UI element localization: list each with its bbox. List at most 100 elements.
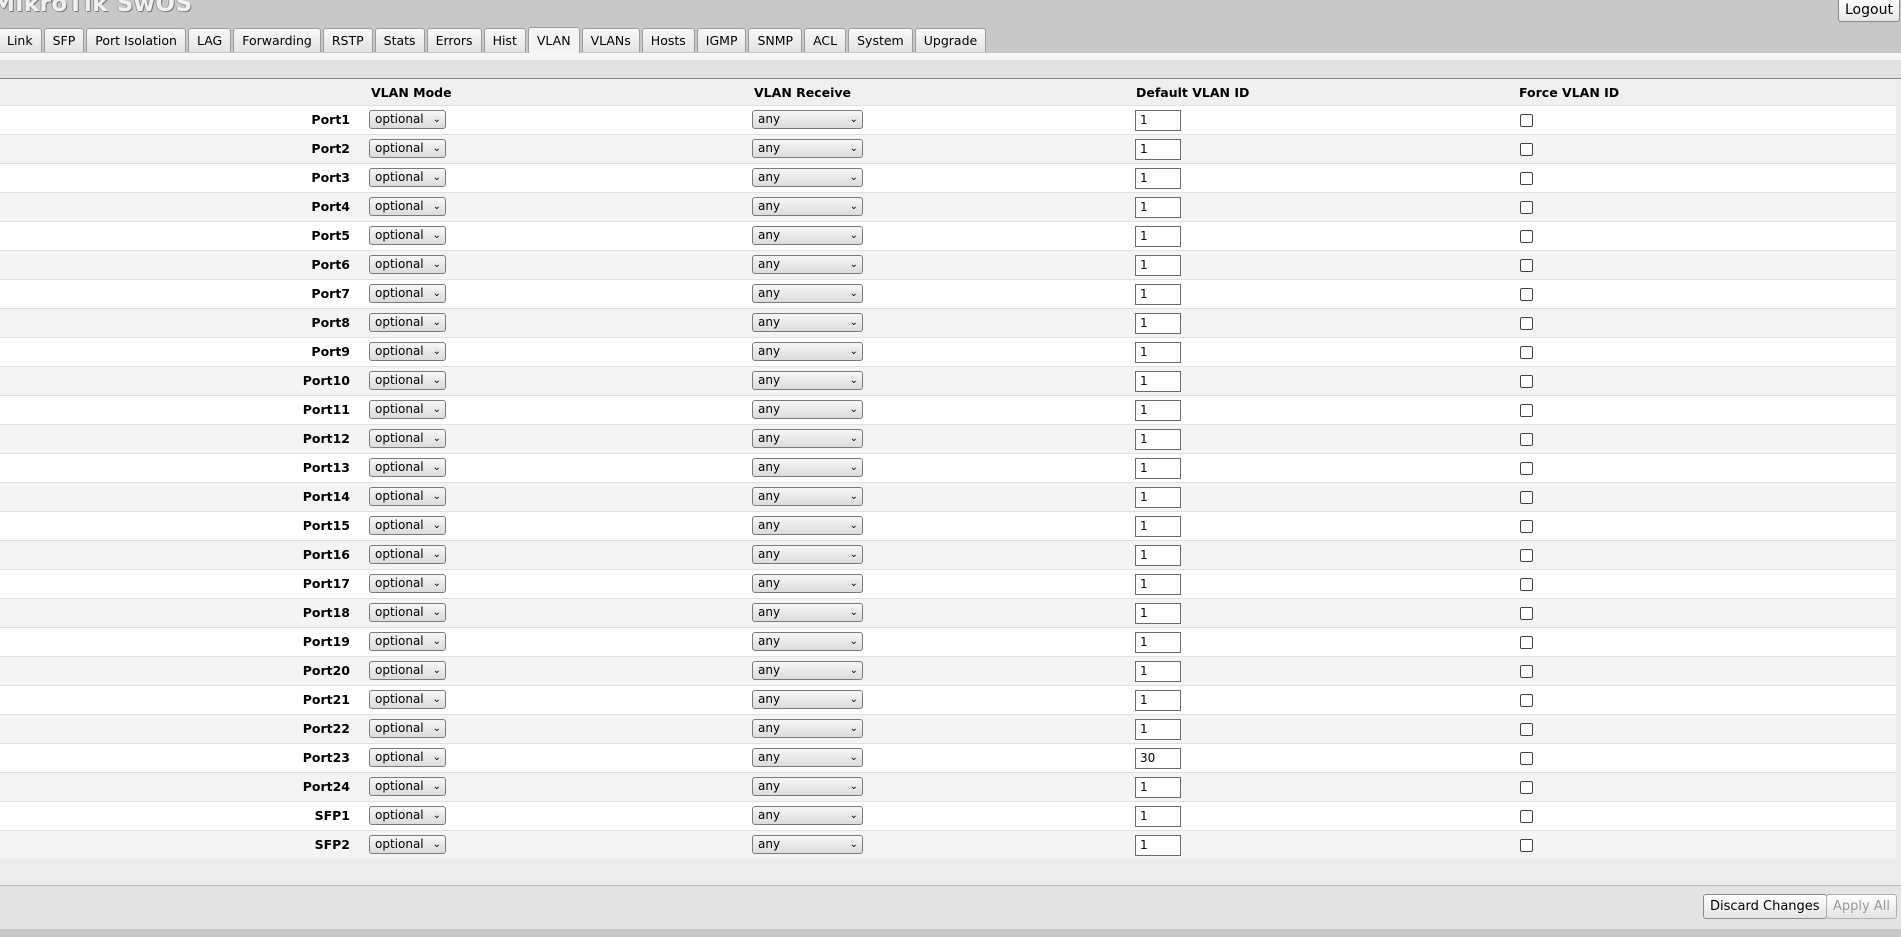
force-vlan-id-checkbox[interactable] <box>1520 404 1533 417</box>
vlan-receive-select[interactable]: any ⌄ <box>752 226 863 245</box>
default-vlan-id-input[interactable]: 1 <box>1135 603 1181 624</box>
tab-hist[interactable]: Hist <box>483 28 526 52</box>
tab-sfp[interactable]: SFP <box>43 28 85 52</box>
vlan-mode-select[interactable]: optional ⌄ <box>369 574 446 593</box>
force-vlan-id-checkbox[interactable] <box>1520 839 1533 852</box>
vlan-mode-select[interactable]: optional ⌄ <box>369 487 446 506</box>
vlan-mode-select[interactable]: optional ⌄ <box>369 690 446 709</box>
default-vlan-id-input[interactable]: 1 <box>1135 835 1181 856</box>
force-vlan-id-checkbox[interactable] <box>1520 520 1533 533</box>
default-vlan-id-input[interactable]: 1 <box>1135 487 1181 508</box>
tab-system[interactable]: System <box>848 28 913 52</box>
vlan-mode-select[interactable]: optional ⌄ <box>369 226 446 245</box>
force-vlan-id-checkbox[interactable] <box>1520 143 1533 156</box>
force-vlan-id-checkbox[interactable] <box>1520 172 1533 185</box>
default-vlan-id-input[interactable]: 1 <box>1135 139 1181 160</box>
vlan-receive-select[interactable]: any ⌄ <box>752 632 863 651</box>
vlan-mode-select[interactable]: optional ⌄ <box>369 313 446 332</box>
default-vlan-id-input[interactable]: 1 <box>1135 632 1181 653</box>
vlan-receive-select[interactable]: any ⌄ <box>752 110 863 129</box>
vlan-mode-select[interactable]: optional ⌄ <box>369 661 446 680</box>
vlan-receive-select[interactable]: any ⌄ <box>752 139 863 158</box>
default-vlan-id-input[interactable]: 1 <box>1135 342 1181 363</box>
tab-lag[interactable]: LAG <box>187 28 232 52</box>
default-vlan-id-input[interactable]: 1 <box>1135 255 1181 276</box>
default-vlan-id-input[interactable]: 30 <box>1135 748 1181 769</box>
tab-link[interactable]: Link <box>0 28 42 52</box>
tab-errors[interactable]: Errors <box>426 28 482 52</box>
vlan-receive-select[interactable]: any ⌄ <box>752 516 863 535</box>
vlan-receive-select[interactable]: any ⌄ <box>752 661 863 680</box>
force-vlan-id-checkbox[interactable] <box>1520 665 1533 678</box>
vlan-mode-select[interactable]: optional ⌄ <box>369 371 446 390</box>
vlan-receive-select[interactable]: any ⌄ <box>752 603 863 622</box>
default-vlan-id-input[interactable]: 1 <box>1135 690 1181 711</box>
vlan-receive-select[interactable]: any ⌄ <box>752 255 863 274</box>
vlan-receive-select[interactable]: any ⌄ <box>752 719 863 738</box>
vlan-receive-select[interactable]: any ⌄ <box>752 835 863 854</box>
tab-stats[interactable]: Stats <box>374 28 425 52</box>
vlan-mode-select[interactable]: optional ⌄ <box>369 748 446 767</box>
force-vlan-id-checkbox[interactable] <box>1520 549 1533 562</box>
default-vlan-id-input[interactable]: 1 <box>1135 661 1181 682</box>
vlan-mode-select[interactable]: optional ⌄ <box>369 719 446 738</box>
default-vlan-id-input[interactable]: 1 <box>1135 777 1181 798</box>
vlan-mode-select[interactable]: optional ⌄ <box>369 516 446 535</box>
force-vlan-id-checkbox[interactable] <box>1520 752 1533 765</box>
default-vlan-id-input[interactable]: 1 <box>1135 226 1181 247</box>
vlan-receive-select[interactable]: any ⌄ <box>752 574 863 593</box>
vlan-receive-select[interactable]: any ⌄ <box>752 284 863 303</box>
vlan-mode-select[interactable]: optional ⌄ <box>369 284 446 303</box>
force-vlan-id-checkbox[interactable] <box>1520 288 1533 301</box>
force-vlan-id-checkbox[interactable] <box>1520 636 1533 649</box>
force-vlan-id-checkbox[interactable] <box>1520 607 1533 620</box>
default-vlan-id-input[interactable]: 1 <box>1135 719 1181 740</box>
force-vlan-id-checkbox[interactable] <box>1520 723 1533 736</box>
force-vlan-id-checkbox[interactable] <box>1520 114 1533 127</box>
default-vlan-id-input[interactable]: 1 <box>1135 516 1181 537</box>
vlan-receive-select[interactable]: any ⌄ <box>752 545 863 564</box>
force-vlan-id-checkbox[interactable] <box>1520 781 1533 794</box>
force-vlan-id-checkbox[interactable] <box>1520 346 1533 359</box>
vlan-mode-select[interactable]: optional ⌄ <box>369 429 446 448</box>
vlan-receive-select[interactable]: any ⌄ <box>752 458 863 477</box>
vlan-mode-select[interactable]: optional ⌄ <box>369 458 446 477</box>
force-vlan-id-checkbox[interactable] <box>1520 375 1533 388</box>
force-vlan-id-checkbox[interactable] <box>1520 259 1533 272</box>
tab-igmp[interactable]: IGMP <box>696 28 747 52</box>
vlan-receive-select[interactable]: any ⌄ <box>752 487 863 506</box>
force-vlan-id-checkbox[interactable] <box>1520 201 1533 214</box>
force-vlan-id-checkbox[interactable] <box>1520 230 1533 243</box>
vlan-receive-select[interactable]: any ⌄ <box>752 197 863 216</box>
default-vlan-id-input[interactable]: 1 <box>1135 168 1181 189</box>
vlan-mode-select[interactable]: optional ⌄ <box>369 110 446 129</box>
vlan-mode-select[interactable]: optional ⌄ <box>369 777 446 796</box>
vlan-mode-select[interactable]: optional ⌄ <box>369 255 446 274</box>
tab-vlan[interactable]: VLAN <box>527 27 580 53</box>
default-vlan-id-input[interactable]: 1 <box>1135 371 1181 392</box>
tab-upgrade[interactable]: Upgrade <box>914 28 987 52</box>
default-vlan-id-input[interactable]: 1 <box>1135 574 1181 595</box>
default-vlan-id-input[interactable]: 1 <box>1135 458 1181 479</box>
tab-acl[interactable]: ACL <box>804 28 847 52</box>
tab-forwarding[interactable]: Forwarding <box>233 28 321 52</box>
vlan-receive-select[interactable]: any ⌄ <box>752 400 863 419</box>
vlan-receive-select[interactable]: any ⌄ <box>752 371 863 390</box>
vlan-receive-select[interactable]: any ⌄ <box>752 748 863 767</box>
vlan-mode-select[interactable]: optional ⌄ <box>369 545 446 564</box>
vlan-receive-select[interactable]: any ⌄ <box>752 313 863 332</box>
default-vlan-id-input[interactable]: 1 <box>1135 110 1181 131</box>
force-vlan-id-checkbox[interactable] <box>1520 694 1533 707</box>
vlan-mode-select[interactable]: optional ⌄ <box>369 835 446 854</box>
vlan-mode-select[interactable]: optional ⌄ <box>369 168 446 187</box>
default-vlan-id-input[interactable]: 1 <box>1135 806 1181 827</box>
vlan-mode-select[interactable]: optional ⌄ <box>369 342 446 361</box>
apply-all-button[interactable]: Apply All <box>1826 894 1897 919</box>
default-vlan-id-input[interactable]: 1 <box>1135 197 1181 218</box>
vlan-mode-select[interactable]: optional ⌄ <box>369 139 446 158</box>
default-vlan-id-input[interactable]: 1 <box>1135 400 1181 421</box>
force-vlan-id-checkbox[interactable] <box>1520 462 1533 475</box>
tab-vlans[interactable]: VLANs <box>581 28 640 52</box>
vlan-mode-select[interactable]: optional ⌄ <box>369 197 446 216</box>
vlan-mode-select[interactable]: optional ⌄ <box>369 400 446 419</box>
